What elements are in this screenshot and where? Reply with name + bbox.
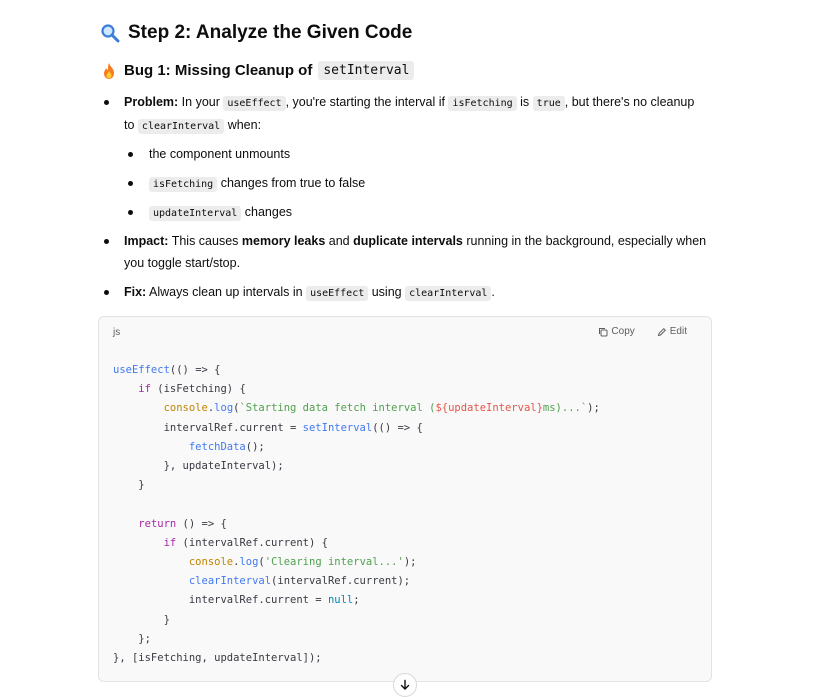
impact-line-1: Impact: This causes memory leaks and dup… [124, 230, 706, 252]
inline-code: clearInterval [137, 119, 225, 134]
code-line: return () => { [138, 517, 227, 530]
impact-bold: memory leaks [241, 234, 326, 248]
fix-text: Always clean up intervals in [149, 285, 303, 299]
fire-icon [104, 62, 114, 79]
copy-button[interactable]: Copy [598, 326, 635, 337]
sub-item: isFetching changes from true to false [149, 172, 365, 196]
sub-item-text: the component unmounts [149, 147, 291, 161]
fix-text: . [491, 285, 495, 299]
edit-button[interactable]: Edit [657, 326, 687, 337]
impact-line-2: you toggle start/stop. [124, 252, 240, 274]
sub-item-text: changes [244, 205, 293, 219]
code-line: intervalRef.current = null; [113, 594, 360, 607]
inline-code: true [532, 96, 565, 111]
bullet-dot [104, 239, 109, 244]
problem-label: Problem: [124, 95, 179, 109]
step-heading-text: Step 2: Analyze the Given Code [128, 22, 413, 43]
impact-text: and [328, 234, 350, 248]
step-heading: Step 2: Analyze the Given Code [100, 22, 412, 44]
sub-item: updateInterval changes [149, 201, 292, 225]
pencil-icon [657, 327, 666, 336]
fix-line: Fix: Always clean up intervals in useEff… [124, 281, 495, 305]
code-line: console.log(`Starting data fetch interva… [163, 402, 600, 415]
sub-bullet-dot [128, 210, 133, 215]
code-line: if (isFetching) { [138, 383, 246, 396]
problem-line-2: to clearInterval when: [124, 114, 261, 138]
sub-bullet-dot [128, 152, 133, 157]
problem-text: to [124, 118, 135, 132]
inline-code: updateInterval [149, 206, 242, 221]
code-line: }, [isFetching, updateInterval]); [113, 652, 322, 665]
arrow-down-icon [400, 679, 410, 690]
sub-item: the component unmounts [149, 143, 290, 165]
code-language-label: js [113, 327, 121, 338]
copy-label: Copy [611, 326, 635, 337]
inline-code: isFetching [149, 177, 218, 192]
problem-text: when: [227, 118, 262, 132]
sub-bullet-dot [128, 181, 133, 186]
inline-code: useEffect [306, 286, 369, 301]
code-line: clearInterval(intervalRef.current); [188, 575, 411, 588]
code-line: }; [113, 632, 151, 645]
bullet-dot [104, 290, 109, 295]
impact-text: running in the background, especially wh… [466, 234, 707, 248]
impact-bold: duplicate intervals [353, 234, 463, 248]
code-line: intervalRef.current = setInterval(() => … [113, 421, 423, 434]
fix-text: using [371, 285, 402, 299]
problem-line-1: Problem: In your useEffect, you're start… [124, 91, 694, 115]
impact-text: This causes [171, 234, 239, 248]
bug-heading-text: Bug 1: Missing Cleanup of [124, 62, 313, 79]
inline-code: isFetching [448, 96, 517, 111]
magnifier-icon [101, 24, 120, 43]
inline-code: useEffect [223, 96, 286, 111]
code-content: useEffect(() => { if (isFetching) { cons… [113, 361, 600, 668]
code-line: console.log('Clearing interval...'); [188, 556, 417, 569]
inline-code: clearInterval [405, 286, 492, 301]
code-actions: Copy Edit [598, 326, 687, 337]
code-line: } [113, 479, 145, 492]
bullet-dot [104, 100, 109, 105]
code-line: if (intervalRef.current) { [163, 536, 328, 549]
problem-text: , but there's no cleanup [564, 95, 695, 109]
bug-heading-code: setInterval [318, 61, 415, 80]
sub-item-text: changes from true to false [220, 176, 366, 190]
copy-icon [599, 327, 608, 336]
problem-text: , you're starting the interval if [285, 95, 445, 109]
code-line: }, updateInterval); [113, 460, 284, 473]
code-line: useEffect(() => { [113, 364, 221, 376]
impact-label: Impact: [124, 234, 169, 248]
problem-text: In your [181, 95, 220, 109]
problem-text: is [520, 95, 530, 109]
bug-heading: Bug 1: Missing Cleanup of setInterval [100, 61, 415, 80]
edit-label: Edit [669, 326, 687, 337]
fix-label: Fix: [124, 285, 147, 299]
code-block: js Copy Edit useEffect(() => { if (isFet… [98, 316, 712, 682]
impact-text: you toggle start/stop. [124, 256, 241, 270]
code-line: } [113, 613, 170, 626]
code-line: fetchData(); [188, 440, 265, 453]
scroll-down-button[interactable] [393, 673, 417, 697]
